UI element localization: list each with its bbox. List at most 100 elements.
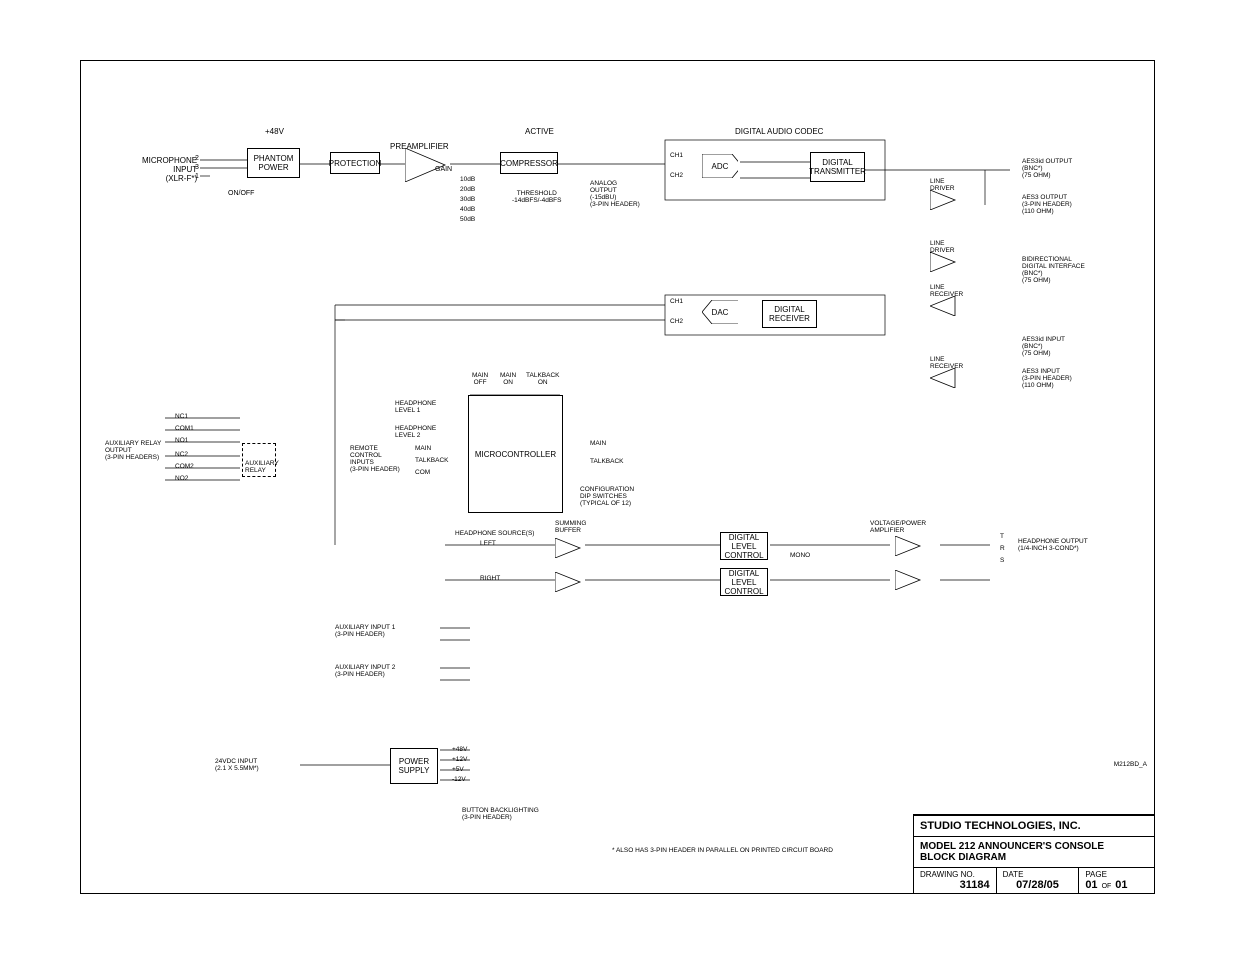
label-codec: DIGITAL AUDIO CODEC — [735, 127, 823, 136]
date-label: DATE — [1003, 870, 1073, 879]
block-adc: ADC — [700, 154, 740, 178]
label-psu-5v: +5V — [452, 766, 464, 773]
label-dac-ch1: CH1 — [670, 298, 683, 305]
label-threshold: THRESHOLD -14dBFS/-4dBFS — [512, 190, 562, 204]
block-digital-level-2: DIGITAL LEVEL CONTROL — [720, 568, 768, 596]
label-no2: NO2 — [175, 475, 188, 482]
label-gain: GAIN — [435, 166, 452, 173]
page-of-value: 01 — [1115, 879, 1127, 891]
label-psu-48v: +48V — [452, 746, 467, 753]
page-of-label: OF — [1102, 883, 1112, 890]
label-aes3-input: AES3 INPUT (3-PIN HEADER) (110 OHM) — [1022, 368, 1072, 389]
label-main-off: MAIN OFF — [472, 372, 488, 386]
label-main-btn: MAIN — [415, 445, 431, 452]
label-psu-p12v: +12V — [452, 756, 467, 763]
label-mic-input: MICROPHONE INPUT (XLR-F*) — [142, 156, 197, 183]
drawing-title: MODEL 212 ANNOUNCER'S CONSOLE — [920, 841, 1148, 852]
label-hp-level-1: HEADPHONE LEVEL 1 — [395, 400, 436, 414]
label-left: LEFT — [480, 540, 496, 547]
label-nc2: NC2 — [175, 451, 188, 458]
label-com1: COM1 — [175, 425, 194, 432]
block-digital-level-1: DIGITAL LEVEL CONTROL — [720, 532, 768, 560]
drawing-no-value: 31184 — [920, 879, 990, 891]
block-power-supply: POWER SUPPLY — [390, 748, 438, 784]
vpa-1-triangle — [895, 536, 925, 556]
label-adc-ch2: CH2 — [670, 172, 683, 179]
summing-buffer-1-triangle — [555, 538, 585, 558]
label-com2: COM2 — [175, 463, 194, 470]
title-row: MODEL 212 ANNOUNCER'S CONSOLE BLOCK DIAG… — [914, 836, 1154, 867]
label-aux-input-1: AUXILIARY INPUT 1 (3-PIN HEADER) — [335, 624, 395, 638]
label-pin1: 1 — [195, 173, 199, 180]
title-block-cells: DRAWING NO. 31184 DATE 07/28/05 PAGE 01 … — [914, 867, 1154, 893]
label-gain-10: 10dB — [460, 176, 475, 183]
drawing-no-cell: DRAWING NO. 31184 — [914, 868, 996, 893]
title-block: STUDIO TECHNOLOGIES, INC. MODEL 212 ANNO… — [913, 814, 1155, 894]
label-main-led: MAIN — [590, 440, 606, 447]
block-microcontroller: MICROCONTROLLER — [468, 395, 563, 513]
block-compressor: COMPRESSOR — [500, 152, 558, 174]
company-name: STUDIO TECHNOLOGIES, INC. — [914, 815, 1154, 836]
label-aes3-output: AES3 OUTPUT (3-PIN HEADER) (110 OHM) — [1022, 194, 1072, 215]
label-com: COM — [415, 469, 430, 476]
label-t: T — [1000, 533, 1004, 540]
label-config-switches: CONFIGURATION DIP SWITCHES (TYPICAL OF 1… — [580, 486, 634, 507]
label-nc1: NC1 — [175, 413, 188, 420]
label-talkback-led: TALKBACK — [590, 458, 623, 465]
date-value: 07/28/05 — [1003, 879, 1073, 891]
label-aes3id-input: AES3id INPUT (BNC*) (75 OHM) — [1022, 336, 1065, 357]
block-digital-receiver: DIGITAL RECEIVER — [762, 300, 817, 328]
label-r: R — [1000, 545, 1005, 552]
page-cell: PAGE 01 OF 01 — [1078, 868, 1154, 893]
label-active: ACTIVE — [525, 127, 554, 136]
label-hp-sources: HEADPHONE SOURCE(S) — [455, 530, 534, 537]
label-gain-20: 20dB — [460, 186, 475, 193]
drawing-sheet: +48V ACTIVE PREAMPLIFIER DIGITAL AUDIO C… — [0, 0, 1235, 954]
label-talkback-btn: TALKBACK — [415, 457, 448, 464]
label-dc-input: 24VDC INPUT (2.1 X 5.5MM*) — [215, 758, 259, 772]
label-pin3: 3 — [195, 164, 199, 171]
line-receiver-1-triangle — [930, 296, 960, 316]
label-talkback-on: TALKBACK ON — [526, 372, 559, 386]
label-summing: SUMMING BUFFER — [555, 520, 586, 534]
preamp-triangle — [405, 148, 450, 182]
label-main-on: MAIN ON — [500, 372, 516, 386]
block-digital-transmitter: DIGITAL TRANSMITTER — [810, 152, 865, 182]
label-gain-30: 30dB — [460, 196, 475, 203]
label-pin2: 2 — [195, 155, 199, 162]
label-remote-inputs: REMOTE CONTROL INPUTS (3-PIN HEADER) — [350, 445, 400, 473]
label-dac-ch2: CH2 — [670, 318, 683, 325]
label-hp-output: HEADPHONE OUTPUT (1/4-INCH 3-COND*) — [1018, 538, 1088, 552]
date-cell: DATE 07/28/05 — [996, 868, 1079, 893]
label-right: RIGHT — [480, 575, 500, 582]
label-mono: MONO — [790, 552, 810, 559]
line-driver-2-triangle — [930, 252, 960, 272]
line-receiver-2-triangle — [930, 368, 960, 388]
label-psu-n12v: -12V — [452, 776, 466, 783]
label-onoff: ON/OFF — [228, 190, 254, 197]
summing-buffer-2-triangle — [555, 572, 585, 592]
block-protection: PROTECTION — [330, 152, 380, 174]
label-aux-input-2: AUXILIARY INPUT 2 (3-PIN HEADER) — [335, 664, 395, 678]
label-adc-ch1: CH1 — [670, 152, 683, 159]
label-aux-relay-box: AUXILIARY RELAY — [245, 460, 279, 474]
vpa-2-triangle — [895, 570, 925, 590]
label-48v: +48V — [265, 127, 284, 136]
label-analog-output: ANALOG OUTPUT (-15dBU) (3-PIN HEADER) — [590, 180, 640, 208]
label-bidirectional: BIDIRECTIONAL DIGITAL INTERFACE (BNC*) (… — [1022, 256, 1085, 284]
drawing-no-label: DRAWING NO. — [920, 870, 990, 879]
line-driver-1-triangle — [930, 190, 960, 210]
label-gain-40: 40dB — [460, 206, 475, 213]
block-phantom-power: PHANTOM POWER — [247, 148, 300, 178]
footnote: * ALSO HAS 3-PIN HEADER IN PARALLEL ON P… — [612, 847, 833, 854]
doc-id: M212BD_A — [1114, 761, 1147, 768]
drawing-subtitle: BLOCK DIAGRAM — [920, 852, 1148, 863]
block-dac: DAC — [700, 300, 740, 324]
label-gain-50: 50dB — [460, 216, 475, 223]
label-hp-level-2: HEADPHONE LEVEL 2 — [395, 425, 436, 439]
label-backlighting: BUTTON BACKLIGHTING (3-PIN HEADER) — [462, 807, 539, 821]
label-vpa: VOLTAGE/POWER AMPLIFIER — [870, 520, 926, 534]
page-label: PAGE — [1085, 870, 1148, 879]
label-aux-relay-output: AUXILIARY RELAY OUTPUT (3-PIN HEADERS) — [105, 440, 161, 461]
page-value: 01 — [1085, 879, 1097, 891]
